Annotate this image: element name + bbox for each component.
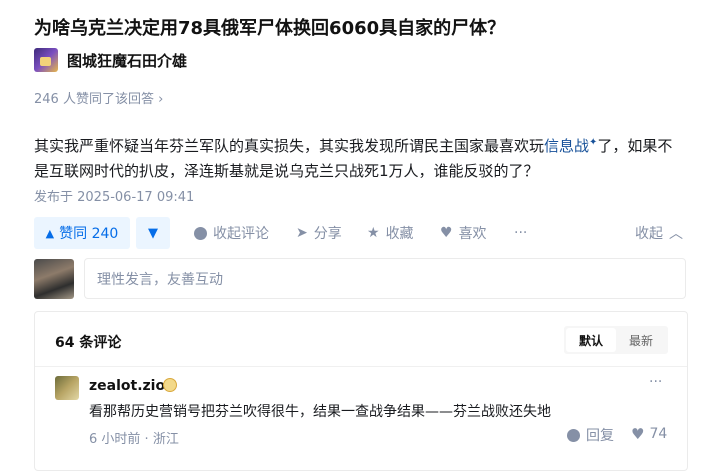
favorite-button[interactable]: ★ 收藏 [367, 217, 414, 249]
creator-badge-icon [163, 378, 177, 392]
like-label: 喜欢 [458, 226, 487, 242]
comment-input-placeholder: 理性发言，友善互动 [97, 271, 223, 288]
collapse-label: 收起 [635, 226, 663, 242]
heart-icon: ♥ [631, 425, 645, 443]
vote-up-label: 赞同 240 [59, 226, 119, 242]
comment-time: 6 小时前 [89, 432, 141, 447]
current-user-avatar[interactable] [34, 259, 74, 299]
chevron-up-icon: ︿ [669, 226, 683, 242]
author-row: 图城狂魔石田介雄 [34, 48, 187, 72]
comment-bubble-icon [194, 226, 207, 240]
author-avatar[interactable] [34, 48, 58, 72]
answer-text-before: 其实我严重怀疑当年芬兰军队的真实损失，其实我发现所谓民主国家最喜欢玩 [34, 137, 545, 155]
collapse-button[interactable]: 收起 ︿ [635, 217, 683, 249]
share-label: 分享 [313, 226, 342, 242]
sort-toggle: 默认 最新 [564, 326, 668, 354]
collapse-comments-button[interactable]: 收起评论 [194, 217, 269, 249]
more-button[interactable]: ··· [514, 217, 527, 249]
question-title[interactable]: 为啥乌克兰决定用78具俄军尸体换回6060具自家的尸体？ [34, 14, 505, 40]
comment-input[interactable]: 理性发言，友善互动 [84, 258, 686, 299]
action-bar: ▲ 赞同 240 ▼ 收起评论 ➤ 分享 ★ 收藏 ♥ 喜欢 ··· 收起 ︿ [34, 217, 684, 249]
comment-like-button[interactable]: ♥ 74 [631, 425, 667, 443]
commenter-avatar[interactable] [55, 376, 79, 400]
comment-like-count: 74 [649, 426, 668, 442]
reply-label: 回复 [586, 428, 614, 444]
reply-button[interactable]: 回复 [567, 425, 614, 445]
comment-location: 浙江 [152, 432, 179, 447]
meta-separator: · [144, 432, 153, 447]
star-icon: ★ [367, 225, 380, 241]
favorite-label: 收藏 [385, 226, 414, 242]
divider [35, 366, 687, 367]
author-name[interactable]: 图城狂魔石田介雄 [67, 50, 187, 71]
voters-link[interactable]: 246 人赞同了该回答 › [34, 88, 163, 107]
answer-content: 其实我严重怀疑当年芬兰军队的真实损失，其实我发现所谓民主国家最喜欢玩信息战✦了，… [34, 130, 684, 184]
info-war-link[interactable]: 信息战 [544, 137, 589, 155]
share-button[interactable]: ➤ 分享 [296, 217, 342, 249]
comment-bubble-icon [567, 428, 580, 442]
vote-up-button[interactable]: ▲ 赞同 240 [34, 217, 130, 249]
triangle-down-icon: ▼ [148, 225, 158, 241]
publish-time: 发布于 2025-06-17 09:41 [34, 190, 195, 205]
paper-plane-icon: ➤ [296, 225, 308, 241]
triangle-up-icon: ▲ [45, 226, 55, 240]
comment-compose-row: 理性发言，友善互动 [34, 258, 688, 301]
comment-more-button[interactable]: ··· [649, 374, 662, 390]
comment-meta: 6 小时前 · 浙江 [89, 428, 179, 447]
comments-panel: 64 条评论 默认 最新 zealot.zio ··· 看那帮历史营销号把芬兰吹… [34, 311, 688, 471]
comment-count: 64 条评论 [55, 335, 122, 351]
vote-down-button[interactable]: ▼ [136, 217, 170, 249]
comment-text: 看那帮历史营销号把芬兰吹得很牛，结果一查战争结果——芬兰战败还失地 [89, 404, 551, 420]
sort-default-button[interactable]: 默认 [566, 328, 616, 352]
sort-latest-button[interactable]: 最新 [616, 328, 666, 352]
more-dots-icon: ··· [514, 225, 528, 241]
heart-icon: ♥ [440, 225, 453, 241]
commenter-name[interactable]: zealot.zio [89, 378, 165, 394]
collapse-comments-label: 收起评论 [213, 226, 269, 242]
like-button[interactable]: ♥ 喜欢 [440, 217, 487, 249]
